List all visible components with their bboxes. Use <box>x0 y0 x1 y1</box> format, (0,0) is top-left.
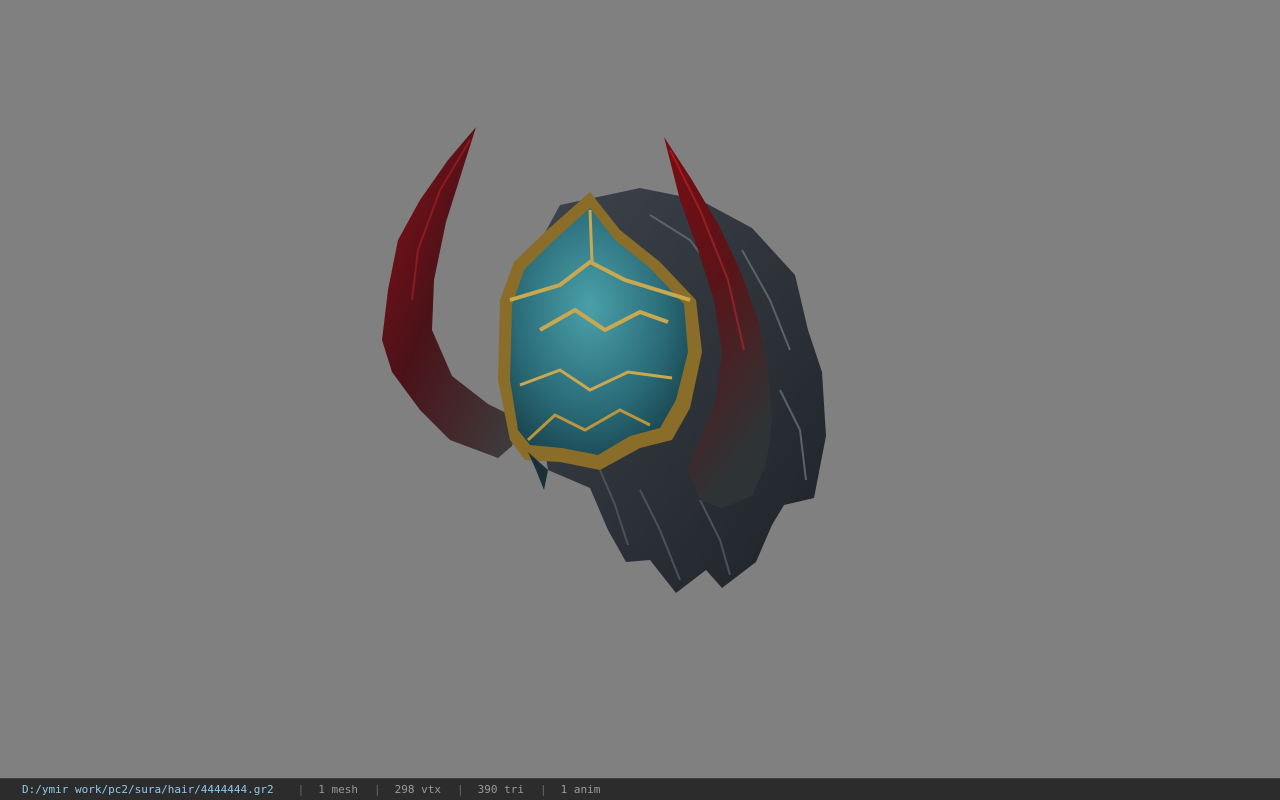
status-bar: D:/ymir work/pc2/sura/hair/4444444.gr2 |… <box>0 778 1280 800</box>
left-horn-shape <box>382 127 520 458</box>
3d-viewport[interactable] <box>0 0 1280 778</box>
status-separator: | <box>457 783 464 796</box>
status-separator: | <box>540 783 547 796</box>
animation-count: 1 anim <box>560 783 601 796</box>
status-separator: | <box>297 783 305 796</box>
status-separator: | <box>374 783 381 796</box>
file-path: D:/ymir work/pc2/sura/hair/4444444.gr2 <box>22 783 274 796</box>
triangle-count: 390 tri <box>477 783 525 796</box>
model-render <box>382 127 826 593</box>
mesh-count: 1 mesh <box>318 783 359 796</box>
vertex-count: 298 vtx <box>394 783 442 796</box>
